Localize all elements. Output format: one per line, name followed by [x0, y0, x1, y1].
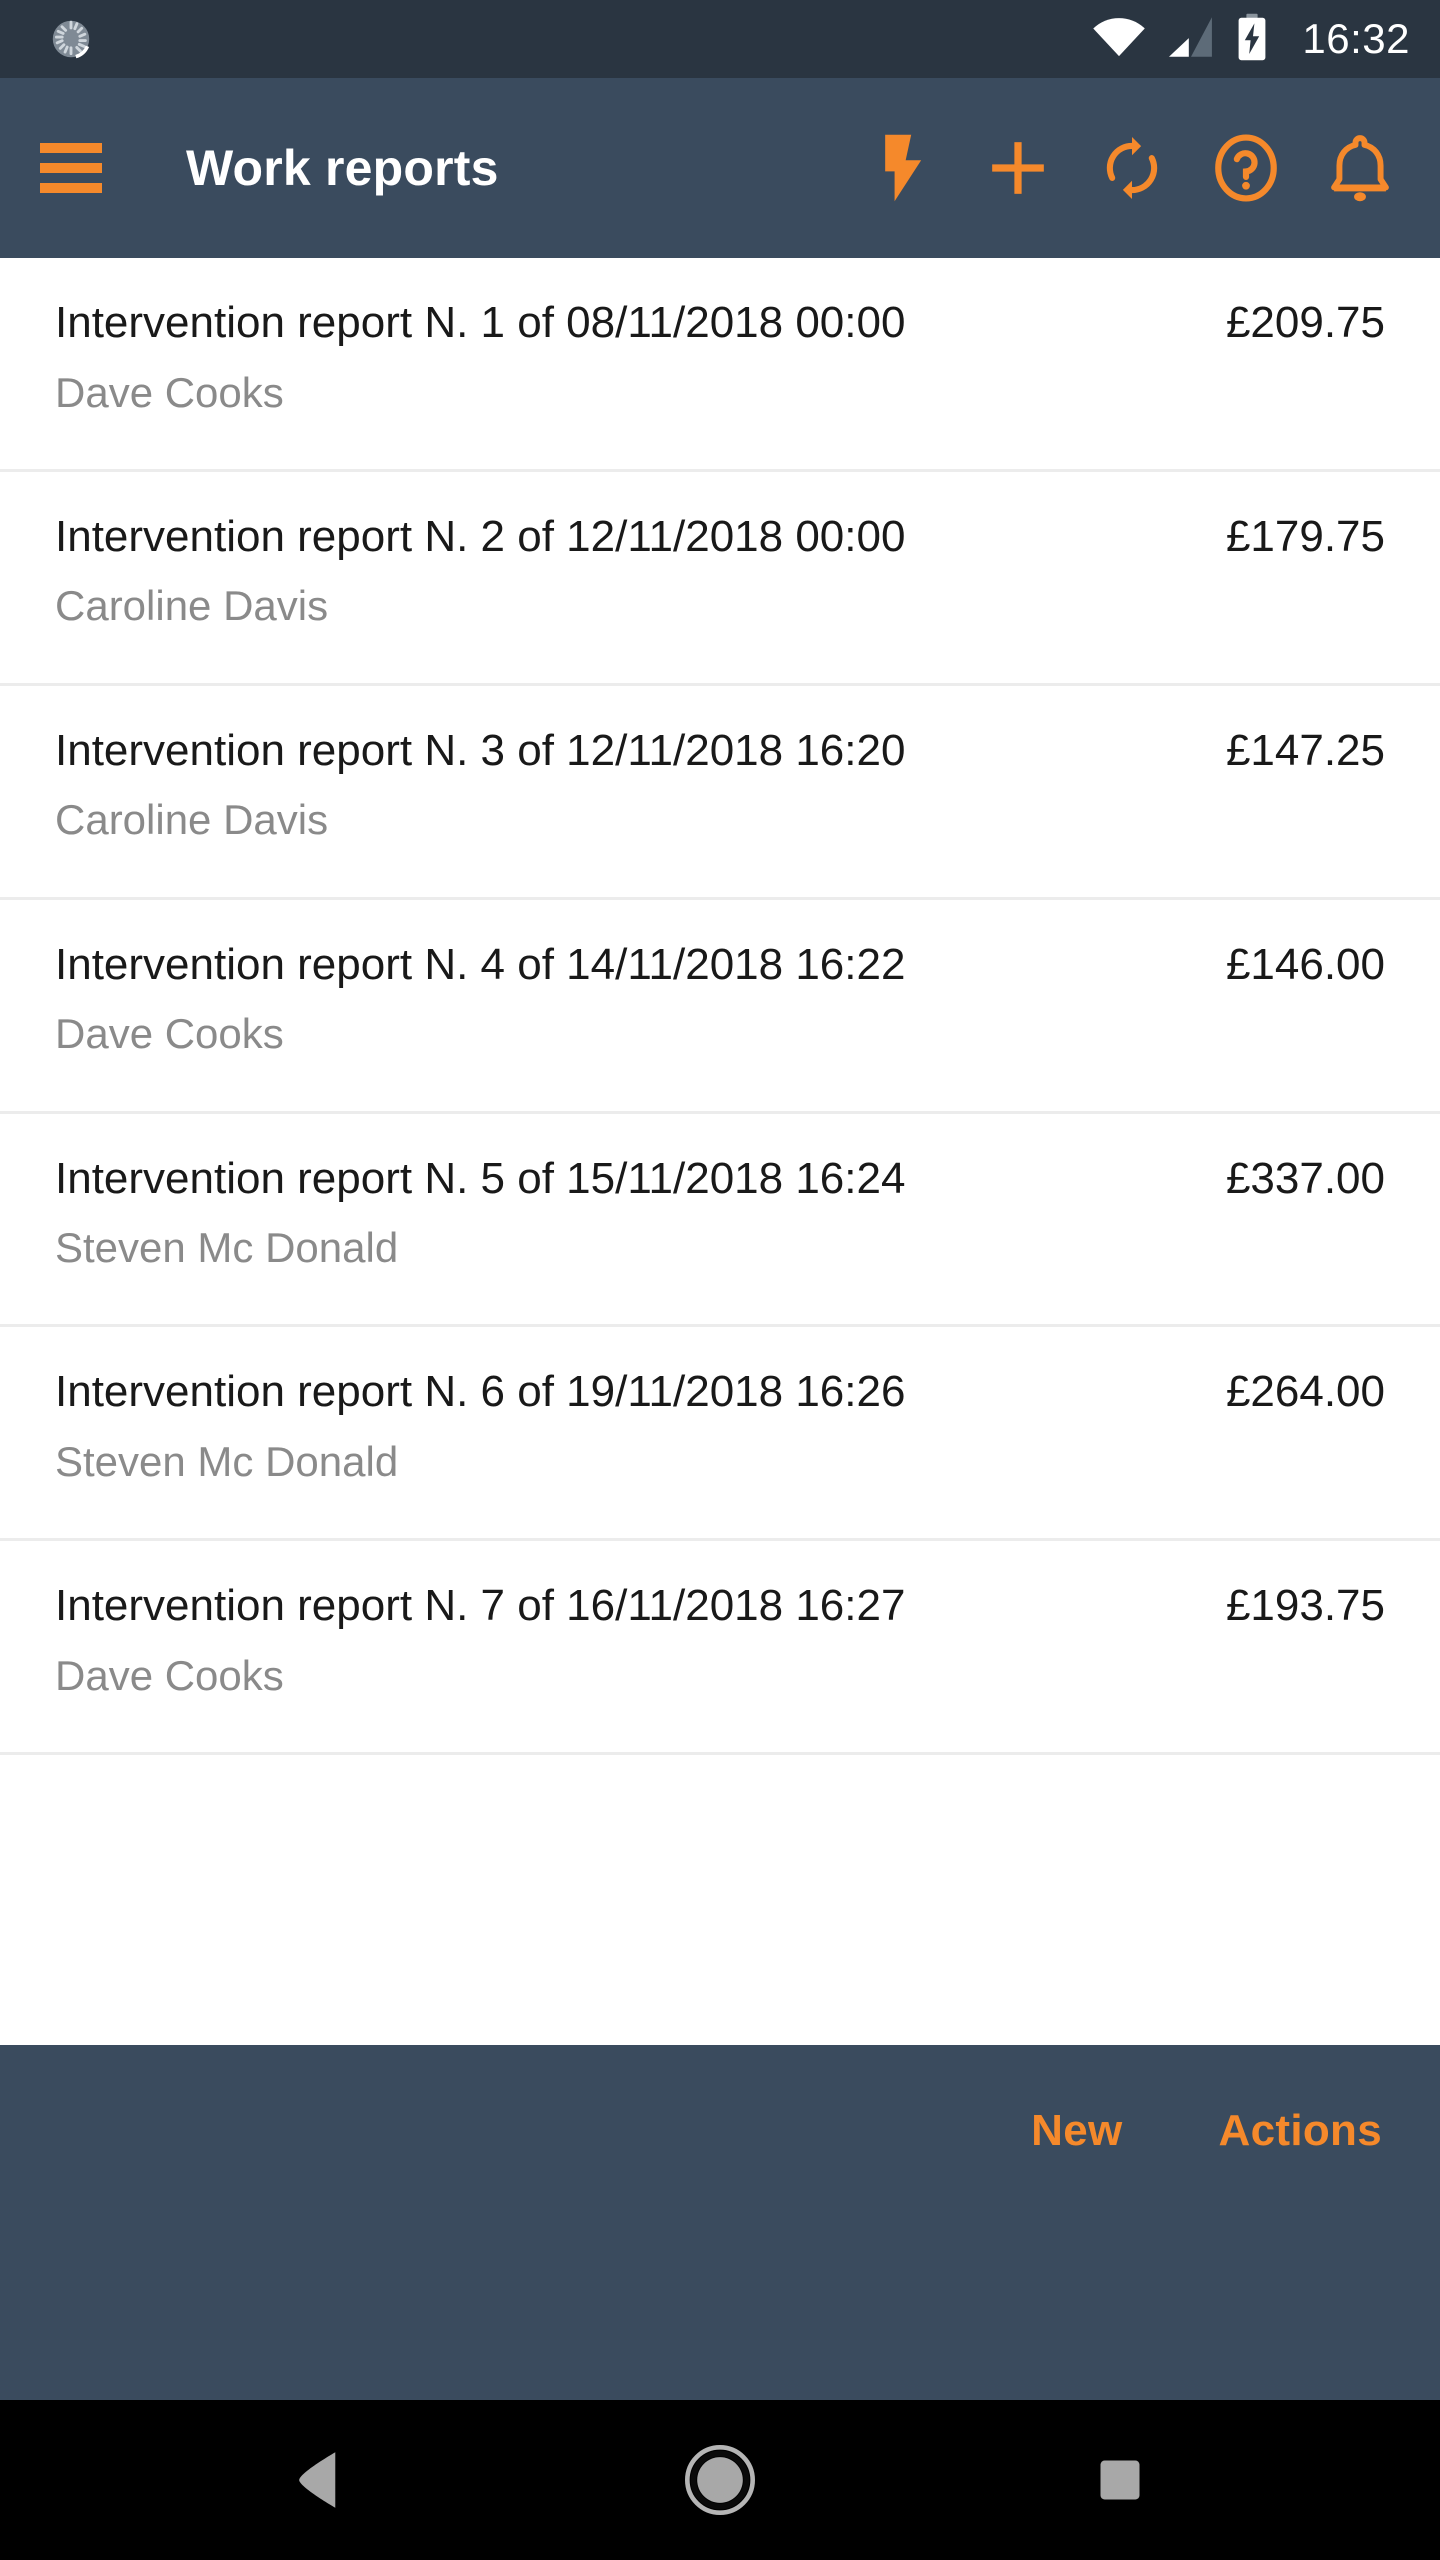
report-customer: Steven Mc Donald	[55, 1224, 399, 1272]
report-amount: £337.00	[1225, 1153, 1385, 1203]
phone-screen: 16:32 Work reports Intervention report N…	[0, 0, 1440, 2560]
lightning-bolt-icon[interactable]	[850, 114, 958, 222]
report-amount: £147.25	[1225, 725, 1385, 775]
hamburger-bar	[40, 143, 102, 153]
report-amount: £209.75	[1225, 298, 1385, 347]
table-row[interactable]: Intervention report N. 5 of 15/11/2018 1…	[0, 1113, 1440, 1328]
row-header: Intervention report N. 5 of 15/11/2018 1…	[55, 1154, 1385, 1205]
app-bar: Work reports	[0, 78, 1440, 258]
hamburger-bar	[40, 183, 102, 193]
plus-icon[interactable]	[964, 114, 1072, 222]
app-bar-actions	[850, 114, 1414, 222]
report-customer: Caroline Davis	[55, 582, 329, 630]
row-header: Intervention report N. 6 of 19/11/2018 1…	[55, 1367, 1385, 1418]
report-title: Intervention report N. 4 of 14/11/2018 1…	[55, 939, 906, 989]
status-bar-right: 16:32	[1092, 13, 1410, 66]
hamburger-menu-icon[interactable]	[40, 143, 102, 193]
table-row[interactable]: Intervention report N. 7 of 16/11/2018 1…	[0, 1541, 1440, 1756]
table-row[interactable]: Intervention report N. 6 of 19/11/2018 1…	[0, 1327, 1440, 1542]
table-row[interactable]: Intervention report N. 4 of 14/11/2018 1…	[0, 899, 1440, 1114]
progress-spinner-icon	[48, 16, 94, 62]
wifi-icon	[1092, 15, 1146, 64]
sync-icon[interactable]	[1078, 114, 1186, 222]
report-title: Intervention report N. 3 of 12/11/2018 1…	[55, 725, 906, 775]
list-empty-space	[0, 1755, 1440, 2045]
report-customer: Dave Cooks	[55, 1651, 284, 1699]
home-circle-icon[interactable]	[660, 2420, 780, 2540]
report-amount: £179.75	[1225, 511, 1385, 561]
report-customer: Dave Cooks	[55, 1010, 284, 1058]
report-title: Intervention report N. 2 of 12/11/2018 0…	[55, 511, 906, 561]
bell-icon[interactable]	[1306, 114, 1414, 222]
status-bar-clock: 16:32	[1302, 15, 1410, 62]
report-title: Intervention report N. 5 of 15/11/2018 1…	[55, 1153, 906, 1203]
page-title: Work reports	[186, 140, 499, 196]
work-reports-list[interactable]: Intervention report N. 1 of 08/11/2018 0…	[0, 258, 1440, 2045]
help-circle-icon[interactable]	[1192, 114, 1300, 222]
status-bar-left	[48, 16, 94, 62]
back-triangle-icon[interactable]	[260, 2420, 380, 2540]
row-header: Intervention report N. 3 of 12/11/2018 1…	[55, 726, 1385, 777]
row-header: Intervention report N. 1 of 08/11/2018 0…	[55, 298, 1385, 349]
actions-button[interactable]: Actions	[1201, 2100, 1400, 2162]
cell-signal-icon	[1166, 15, 1216, 64]
report-amount: £193.75	[1225, 1581, 1385, 1631]
table-row[interactable]: Intervention report N. 2 of 12/11/2018 0…	[0, 471, 1440, 686]
row-header: Intervention report N. 4 of 14/11/2018 1…	[55, 940, 1385, 991]
recents-square-icon[interactable]	[1060, 2420, 1180, 2540]
report-customer: Steven Mc Donald	[55, 1438, 399, 1486]
hamburger-bar	[40, 163, 102, 173]
new-button[interactable]: New	[1013, 2100, 1140, 2162]
battery-charging-icon	[1236, 13, 1268, 66]
bottom-action-bar: New Actions	[0, 2045, 1440, 2400]
row-header: Intervention report N. 2 of 12/11/2018 0…	[55, 512, 1385, 563]
report-customer: Dave Cooks	[55, 368, 284, 416]
report-title: Intervention report N. 1 of 08/11/2018 0…	[55, 298, 906, 347]
report-title: Intervention report N. 7 of 16/11/2018 1…	[55, 1581, 906, 1631]
table-row[interactable]: Intervention report N. 3 of 12/11/2018 1…	[0, 685, 1440, 900]
report-amount: £264.00	[1225, 1367, 1385, 1417]
status-bar: 16:32	[0, 0, 1440, 78]
report-amount: £146.00	[1225, 939, 1385, 989]
table-row[interactable]: Intervention report N. 1 of 08/11/2018 0…	[0, 258, 1440, 472]
android-navigation-bar	[0, 2400, 1440, 2560]
row-header: Intervention report N. 7 of 16/11/2018 1…	[55, 1581, 1385, 1632]
report-title: Intervention report N. 6 of 19/11/2018 1…	[55, 1367, 906, 1417]
report-customer: Caroline Davis	[55, 796, 329, 844]
